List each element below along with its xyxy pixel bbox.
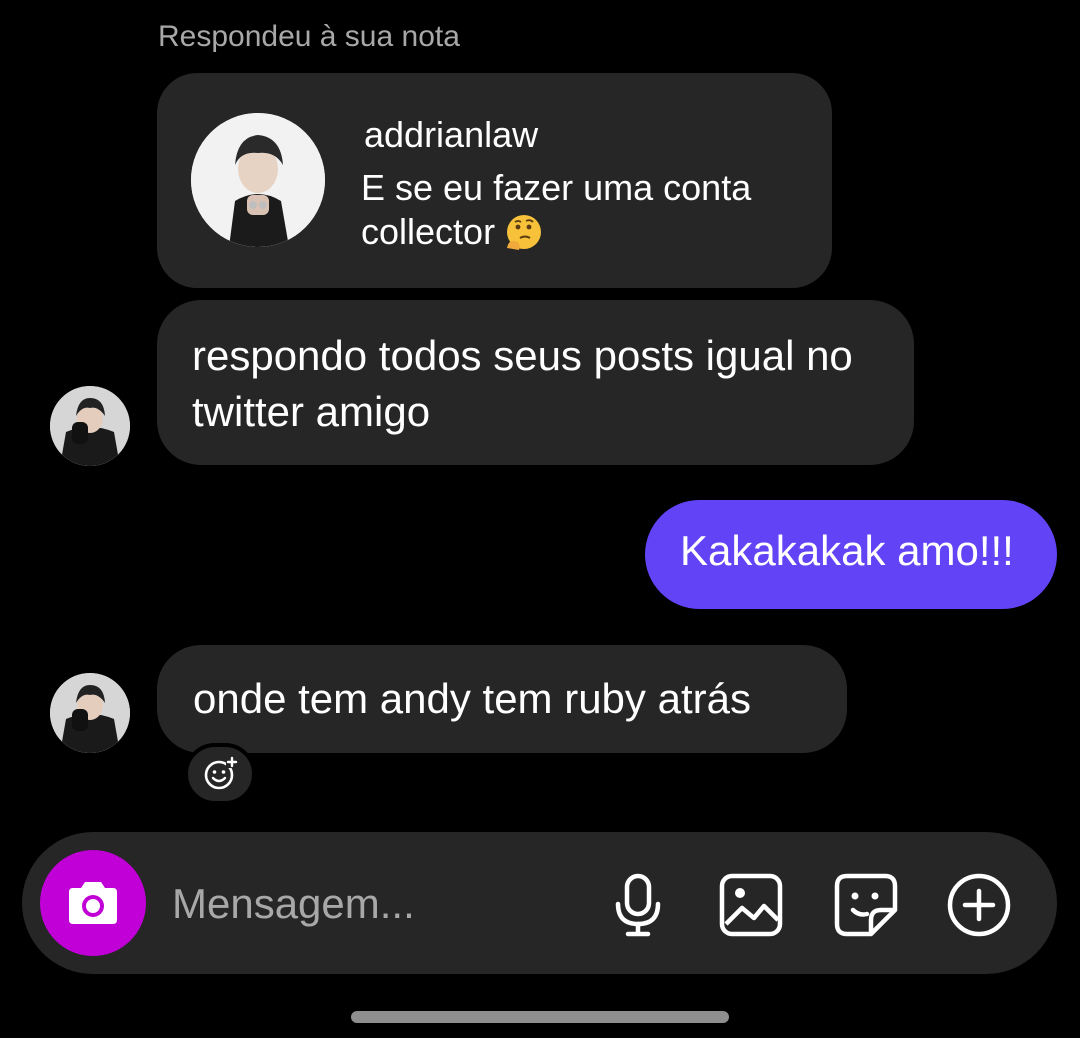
home-indicator[interactable]	[351, 1011, 729, 1023]
message-text: Kakakakak amo!!!	[680, 527, 1014, 574]
add-reaction-icon	[204, 756, 238, 790]
reply-context-label: Respondeu à sua nota	[158, 20, 460, 53]
thinking-face-icon	[503, 212, 543, 252]
camera-button[interactable]	[40, 850, 146, 956]
microphone-icon	[615, 873, 661, 937]
voice-message-button[interactable]	[603, 870, 673, 940]
note-author-avatar[interactable]	[191, 113, 325, 247]
message-text: respondo todos seus posts igual no twitt…	[192, 332, 853, 435]
message-input[interactable]	[172, 872, 592, 936]
sticker-button[interactable]	[831, 870, 901, 940]
incoming-message-bubble[interactable]: onde tem andy tem ruby atrás	[157, 645, 847, 753]
note-author-username[interactable]: addrianlaw	[364, 114, 538, 156]
outgoing-message-bubble[interactable]: Kakakakak amo!!!	[645, 500, 1057, 609]
note-text: E se eu fazer uma conta collector	[361, 166, 811, 254]
camera-icon	[69, 882, 117, 924]
incoming-message-bubble[interactable]: respondo todos seus posts igual no twitt…	[157, 300, 914, 465]
add-reaction-button[interactable]	[184, 743, 256, 805]
gallery-icon	[719, 873, 783, 937]
contact-avatar[interactable]	[50, 386, 130, 466]
gallery-button[interactable]	[716, 870, 786, 940]
contact-avatar[interactable]	[50, 673, 130, 753]
note-text-content: E se eu fazer uma conta collector	[361, 167, 752, 252]
plus-icon	[947, 873, 1011, 937]
message-text: onde tem andy tem ruby atrás	[193, 675, 751, 722]
sticker-icon	[834, 873, 898, 937]
more-options-button[interactable]	[944, 870, 1014, 940]
